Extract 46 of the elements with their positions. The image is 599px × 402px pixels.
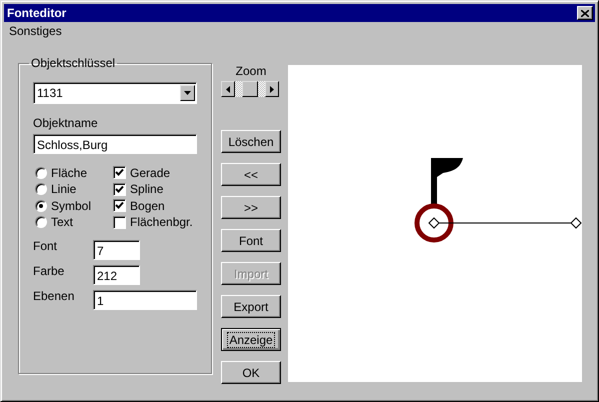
dialog-button[interactable]: << <box>221 163 281 186</box>
right-arrow-icon <box>270 86 274 92</box>
field-label: Objektname <box>33 116 99 130</box>
checkbox[interactable] <box>113 216 126 229</box>
menu-item[interactable]: Sonstiges <box>9 24 62 38</box>
radio-label: Fläche <box>51 166 88 180</box>
radio-label: Linie <box>51 182 76 196</box>
handle-icon[interactable] <box>428 217 440 229</box>
field-label: Font <box>33 239 58 253</box>
checkbox[interactable] <box>113 199 126 212</box>
radio-button[interactable] <box>35 166 47 179</box>
dialog-button[interactable]: >> <box>221 196 281 219</box>
checkbox[interactable] <box>113 166 126 180</box>
dialog-button[interactable]: Export <box>221 295 281 318</box>
scroll-right-button[interactable] <box>265 81 279 97</box>
radio-button[interactable] <box>35 216 47 228</box>
checkbox-label: Gerade <box>130 166 170 180</box>
checkbox-label: Bogen <box>130 198 165 213</box>
checkbox-label: Spline <box>130 182 164 196</box>
group-title: Objektschlüssel <box>30 56 116 70</box>
dialog-button[interactable]: Löschen <box>221 130 281 153</box>
name-field[interactable]: Schloss,Burg <box>33 134 197 154</box>
input-field[interactable]: 1 <box>93 290 197 310</box>
checkbox[interactable] <box>113 182 126 196</box>
key-dropdown[interactable]: 1131 <box>33 82 197 104</box>
radio-label: Symbol <box>51 198 92 213</box>
close-button[interactable] <box>577 6 593 20</box>
radio-button[interactable] <box>35 183 47 196</box>
scroll-thumb[interactable] <box>242 81 258 97</box>
scroll-left-button[interactable] <box>221 81 235 97</box>
checkbox-label: Flächenbgr. <box>130 215 193 230</box>
field-label: Farbe <box>33 264 66 278</box>
input-field[interactable]: 7 <box>93 240 140 260</box>
input-field[interactable]: 212 <box>93 264 140 284</box>
dialog-button[interactable]: Anzeige <box>221 328 281 351</box>
close-icon <box>581 10 589 16</box>
radio-button[interactable] <box>35 200 47 212</box>
zoom-label: Zoom <box>234 64 268 79</box>
radio-label: Text <box>51 215 74 230</box>
dialog-button[interactable]: Font <box>221 229 281 252</box>
zoom-scrollbar[interactable] <box>235 81 265 97</box>
handle-icon[interactable] <box>570 217 582 229</box>
field-label: Ebenen <box>33 289 76 303</box>
dialog-button[interactable]: OK <box>221 361 281 384</box>
left-arrow-icon <box>226 86 230 92</box>
window-title: Fonteditor <box>7 6 66 20</box>
